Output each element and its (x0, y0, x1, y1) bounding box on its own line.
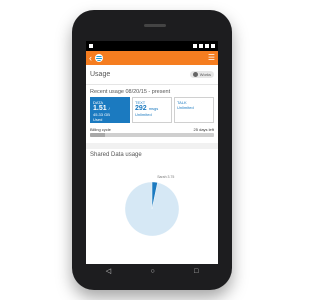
wifi-icon (199, 44, 203, 48)
text-sub: Unlimited (135, 112, 152, 117)
data-used-value: 1.51 (93, 105, 107, 112)
status-icons (193, 44, 215, 48)
billing-progress-fill (90, 133, 105, 137)
billing-cycle-row: Billing cycle 25 days left (86, 123, 218, 133)
navigation-bar: ◁ ○ □ (86, 264, 218, 278)
pie-slice-1 (124, 181, 180, 236)
phone-speaker (144, 24, 166, 27)
page-title: Usage (90, 71, 111, 78)
screen: ‹ ☰ Usage Works Recent usage 08/20/15 - … (86, 41, 218, 264)
carrier-icon (89, 44, 93, 48)
days-left-label: 25 days left (193, 127, 214, 132)
nav-back-icon[interactable]: ◁ (106, 267, 111, 275)
data-slash: / (108, 106, 110, 111)
signal-icon (205, 44, 209, 48)
battery-icon (211, 44, 215, 48)
billing-progress-bar (90, 133, 214, 137)
app-bar: ‹ ☰ (86, 51, 218, 65)
text-unit: msgs (148, 106, 159, 111)
att-globe-logo-icon (95, 54, 103, 62)
shared-data-chart: Sarah 3.75 (86, 161, 218, 236)
shared-data-title: Shared Data usage (90, 152, 142, 158)
usage-cards: DATA 1.51 / 45.33 GB Used TEXT 292 msgs … (86, 97, 218, 123)
text-count-value: 292 (135, 105, 147, 112)
bluetooth-icon (193, 44, 197, 48)
hamburger-menu-icon[interactable]: ☰ (208, 54, 215, 62)
works-toggle[interactable]: Works (189, 71, 214, 78)
data-unit: Used (93, 117, 103, 122)
nav-home-icon[interactable]: ○ (150, 268, 154, 275)
billing-cycle-label: Billing cycle (90, 127, 111, 132)
talk-card[interactable]: TALK Unlimited (174, 97, 214, 123)
pie-slice-label-0: Sarah 3.75 (157, 175, 174, 179)
nav-recent-apps-icon[interactable]: □ (194, 268, 198, 275)
recent-usage-label: Recent usage 08/20/15 - present (90, 89, 171, 95)
toggle-knob (192, 72, 198, 77)
status-bar (86, 41, 218, 51)
data-card[interactable]: DATA 1.51 / 45.33 GB Used (90, 97, 130, 123)
talk-sub: Unlimited (177, 105, 194, 110)
phone-frame: ‹ ☰ Usage Works Recent usage 08/20/15 - … (72, 10, 232, 290)
pie-chart-svg: Sarah 3.75 (124, 175, 180, 236)
usage-header: Usage Works (86, 65, 218, 85)
text-card[interactable]: TEXT 292 msgs Unlimited (132, 97, 172, 123)
back-arrow-icon[interactable]: ‹ (89, 53, 92, 63)
toggle-label: Works (199, 72, 211, 77)
